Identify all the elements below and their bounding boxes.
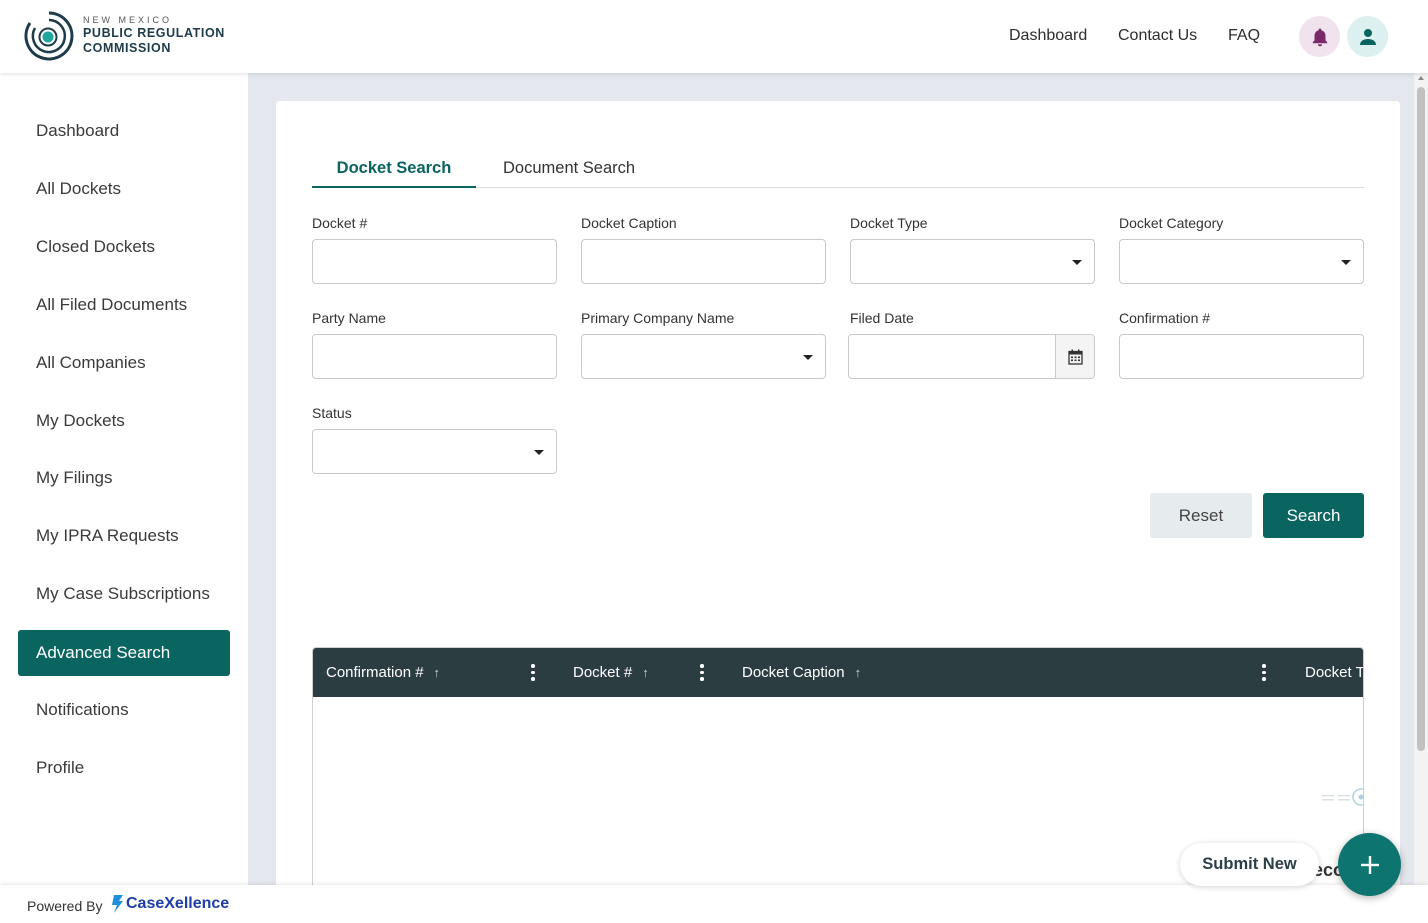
column-header-docket-number[interactable]: Docket # ↑ [573, 648, 649, 697]
sidebar-item-all-filed-documents[interactable]: All Filed Documents [18, 282, 230, 328]
tab-document-search[interactable]: Document Search [503, 159, 635, 178]
docket-number-input[interactable] [312, 239, 557, 284]
sidebar-item-closed-dockets[interactable]: Closed Dockets [18, 224, 230, 270]
sidebar-item-profile[interactable]: Profile [18, 745, 230, 791]
column-header-docket-caption[interactable]: Docket Caption ↑ [742, 648, 861, 697]
docket-category-select[interactable] [1119, 239, 1364, 284]
docket-caption-input[interactable] [581, 239, 826, 284]
top-header: NEW MEXICO PUBLIC REGULATION COMMISSION … [0, 0, 1428, 73]
sidebar-item-my-dockets[interactable]: My Dockets [18, 398, 230, 444]
sidebar-item-dashboard[interactable]: Dashboard [18, 108, 230, 154]
nav-contact-us-link[interactable]: Contact Us [1118, 27, 1197, 45]
column-menu-icon[interactable] [531, 664, 535, 682]
reset-button[interactable]: Reset [1150, 493, 1252, 538]
brand-name-text: CaseXellence [126, 895, 230, 912]
status-label: Status [312, 405, 352, 421]
sidebar-item-my-case-subscriptions[interactable]: My Case Subscriptions [18, 571, 230, 617]
sidebar-item-my-filings[interactable]: My Filings [18, 455, 230, 501]
docket-number-label: Docket # [312, 215, 368, 231]
prc-logo-icon[interactable] [22, 9, 76, 63]
primary-company-name-select[interactable] [581, 334, 826, 379]
status-select[interactable] [312, 429, 557, 474]
sidebar-item-my-ipra-requests[interactable]: My IPRA Requests [18, 513, 230, 559]
chevron-down-icon [1341, 260, 1351, 265]
calendar-button[interactable] [1055, 335, 1094, 378]
empty-state-image [1321, 786, 1363, 810]
docket-category-label: Docket Category [1119, 215, 1224, 231]
primary-company-name-label: Primary Company Name [581, 310, 735, 326]
chevron-down-icon [803, 355, 813, 360]
column-header-docket-type[interactable]: Docket T [1305, 648, 1364, 697]
sidebar-item-all-companies[interactable]: All Companies [18, 340, 230, 386]
casexellence-logo-icon [112, 895, 123, 913]
notifications-button[interactable] [1299, 16, 1340, 57]
table-header: Confirmation # ↑ Docket # ↑ Docket Capti… [313, 648, 1364, 697]
search-button[interactable]: Search [1263, 493, 1364, 538]
confirmation-number-input[interactable] [1119, 334, 1364, 379]
column-header-label: Docket # [573, 664, 633, 681]
plus-icon [1360, 855, 1379, 874]
column-header-confirmation[interactable]: Confirmation # ↑ [326, 648, 440, 697]
tab-docket-search[interactable]: Docket Search [312, 159, 476, 188]
column-menu-icon[interactable] [1262, 664, 1266, 682]
powered-by-text: Powered By [27, 898, 103, 914]
sort-arrow-icon[interactable]: ↑ [434, 665, 441, 680]
docket-caption-label: Docket Caption [581, 215, 677, 231]
party-name-input[interactable] [312, 334, 557, 379]
account-button[interactable] [1347, 16, 1388, 57]
nav-faq-link[interactable]: FAQ [1228, 27, 1260, 45]
calendar-icon [1067, 349, 1083, 365]
submit-new-button[interactable]: Submit New [1180, 843, 1319, 886]
logo-wordmark: NEW MEXICO PUBLIC REGULATION COMMISSION [83, 15, 225, 56]
column-menu-icon[interactable] [700, 664, 704, 682]
sidebar-item-notifications[interactable]: Notifications [18, 687, 230, 733]
docket-type-select[interactable] [850, 239, 1095, 284]
scrollbar-thumb[interactable] [1417, 87, 1425, 751]
logo-org-text-2: COMMISSION [83, 41, 171, 55]
column-header-label: Docket T [1305, 664, 1364, 681]
logo-org-text-1: PUBLIC REGULATION [83, 26, 225, 40]
sidebar-item-all-dockets[interactable]: All Dockets [18, 166, 230, 212]
filed-date-field [848, 334, 1095, 379]
nav-dashboard-link[interactable]: Dashboard [1009, 27, 1087, 45]
docket-type-label: Docket Type [850, 215, 928, 231]
bell-icon [1312, 28, 1327, 46]
user-icon [1359, 28, 1376, 45]
add-new-button[interactable] [1338, 833, 1401, 896]
logo-state-text: NEW MEXICO [83, 15, 173, 25]
footer: Powered By CaseXellence [0, 885, 1428, 923]
filed-date-label: Filed Date [850, 310, 914, 326]
party-name-label: Party Name [312, 310, 386, 326]
column-header-label: Docket Caption [742, 664, 845, 681]
sidebar: Dashboard All Dockets Closed Dockets All… [0, 73, 248, 885]
casexellence-brand[interactable]: CaseXellence [110, 894, 229, 914]
scroll-up-arrow-icon[interactable] [1418, 76, 1424, 80]
sort-arrow-icon[interactable]: ↑ [855, 665, 862, 680]
chevron-down-icon [1072, 260, 1082, 265]
chevron-down-icon [534, 450, 544, 455]
confirmation-number-label: Confirmation # [1119, 310, 1211, 326]
sort-arrow-icon[interactable]: ↑ [642, 665, 649, 680]
sidebar-item-advanced-search[interactable]: Advanced Search [18, 630, 230, 676]
column-header-label: Confirmation # [326, 664, 424, 681]
